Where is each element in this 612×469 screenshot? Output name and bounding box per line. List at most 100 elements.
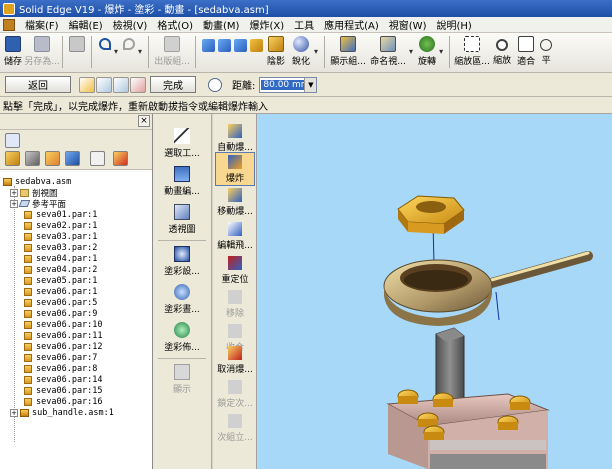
tree-item[interactable]: seva06.par:8 bbox=[0, 363, 152, 374]
unexplode-button[interactable]: 取消爆... bbox=[215, 344, 255, 378]
expand-toggle-icon[interactable]: + bbox=[10, 408, 18, 417]
zoom-area-button[interactable]: 縮放區... bbox=[454, 33, 490, 71]
render-scene-button[interactable]: 塗彩佈... bbox=[158, 320, 206, 354]
3d-viewport[interactable] bbox=[258, 114, 612, 469]
rotate-button[interactable]: 旋轉 bbox=[415, 33, 439, 71]
select-tool-button[interactable]: 選取工... bbox=[158, 126, 206, 160]
tree-item[interactable]: seva06.par:16 bbox=[0, 396, 152, 407]
back-button[interactable]: 返回 bbox=[5, 76, 71, 93]
tree-item[interactable]: seva06.par:5 bbox=[0, 297, 152, 308]
screw-part[interactable] bbox=[509, 395, 531, 410]
tree-item[interactable]: seva06.par:1 bbox=[0, 286, 152, 297]
tree-item[interactable]: seva06.par:15 bbox=[0, 385, 152, 396]
render-image-button[interactable]: 塗彩晝... bbox=[158, 282, 206, 316]
zoom-button[interactable]: 縮放 bbox=[490, 33, 514, 71]
document-menu-icon[interactable] bbox=[3, 18, 15, 31]
tree-root[interactable]: sedabva.asm bbox=[0, 176, 152, 187]
tree-item[interactable]: seva06.par:12 bbox=[0, 341, 152, 352]
tree-item[interactable]: seva06.par:9 bbox=[0, 308, 152, 319]
menu-help[interactable]: 說明(H) bbox=[431, 17, 476, 32]
print-button[interactable] bbox=[67, 33, 87, 71]
tree-item[interactable]: seva06.par:14 bbox=[0, 374, 152, 385]
menu-explode[interactable]: 爆炸(X) bbox=[244, 17, 289, 32]
screw-part[interactable] bbox=[423, 425, 445, 440]
stationary-part-icon[interactable] bbox=[96, 76, 112, 93]
help-tab-icon[interactable] bbox=[113, 151, 128, 166]
screw-part[interactable] bbox=[417, 412, 439, 427]
fit-button[interactable]: 適合 bbox=[514, 33, 538, 71]
tree-item[interactable]: seva03.par:1 bbox=[0, 231, 152, 242]
menu-view[interactable]: 檢視(V) bbox=[108, 17, 153, 32]
display-configuration-button[interactable]: 顯示組... bbox=[329, 33, 367, 71]
relations-tab-icon[interactable] bbox=[65, 151, 80, 166]
explode-button[interactable]: 爆炸 bbox=[215, 152, 255, 186]
tree-item[interactable]: seva06.par:10 bbox=[0, 319, 152, 330]
close-icon[interactable]: × bbox=[138, 115, 150, 127]
tree-item[interactable]: seva01.par:1 bbox=[0, 209, 152, 220]
expand-toggle-icon[interactable]: + bbox=[10, 199, 18, 208]
save-as-button[interactable]: 另存為... bbox=[24, 33, 60, 71]
named-views-button[interactable]: 命名視... bbox=[367, 33, 409, 71]
screw-part[interactable] bbox=[397, 389, 419, 404]
tree-item[interactable]: + 剖視圖 bbox=[0, 187, 152, 199]
move-explode-button[interactable]: 移動爆... bbox=[215, 186, 255, 220]
view-iso-button[interactable] bbox=[248, 33, 264, 71]
tree-item[interactable]: seva04.par:2 bbox=[0, 264, 152, 275]
menu-window[interactable]: 視窗(W) bbox=[384, 17, 432, 32]
menu-tools[interactable]: 工具 bbox=[289, 17, 319, 32]
library-tab-icon[interactable] bbox=[45, 151, 60, 166]
pan-button[interactable]: 平 bbox=[538, 33, 554, 71]
distance-field[interactable]: 80.00 mm ▼ bbox=[259, 76, 318, 93]
screw-part[interactable] bbox=[497, 415, 519, 430]
save-button[interactable]: 儲存 bbox=[0, 33, 26, 71]
layers-tab-icon[interactable] bbox=[25, 151, 40, 166]
tree-item[interactable]: + 參考平面 bbox=[0, 198, 152, 210]
menu-animation[interactable]: 動畫(M) bbox=[198, 17, 244, 32]
undo-dropdown-arrow[interactable]: ▾ bbox=[114, 47, 118, 56]
subassembly-button[interactable]: 次組立... bbox=[215, 412, 255, 446]
distance-picker-icon[interactable] bbox=[208, 77, 222, 92]
explode-direction-icon[interactable] bbox=[130, 76, 146, 93]
hex-nut-part[interactable] bbox=[397, 195, 465, 234]
render-settings-button[interactable]: 塗彩設... bbox=[158, 244, 206, 278]
lock-subassembly-button[interactable]: 鎖定次... bbox=[215, 378, 255, 412]
shading-button[interactable]: 陰影 bbox=[264, 33, 288, 71]
eye-bolt-part[interactable] bbox=[383, 251, 593, 326]
tree-item[interactable]: seva04.par:1 bbox=[0, 253, 152, 264]
tree-item[interactable]: seva06.par:11 bbox=[0, 330, 152, 341]
perspective-button[interactable]: 透視圖 bbox=[158, 202, 206, 236]
reposition-button[interactable]: 重定位 bbox=[215, 254, 255, 288]
redo-button[interactable] bbox=[120, 33, 138, 71]
sharpen-dropdown-arrow[interactable]: ▾ bbox=[314, 47, 318, 56]
pathfinder-tab-icon[interactable] bbox=[5, 133, 20, 148]
animation-editor-button[interactable]: 動畫編... bbox=[158, 164, 206, 198]
edit-flight-button[interactable]: 編輯飛... bbox=[215, 220, 255, 254]
select-part-icon[interactable] bbox=[79, 76, 95, 93]
menu-applications[interactable]: 應用程式(A) bbox=[319, 17, 384, 32]
named-views-dropdown-arrow[interactable]: ▾ bbox=[409, 47, 413, 56]
tree-item[interactable]: + sub_handle.asm:1 bbox=[0, 407, 152, 418]
auto-explode-button[interactable]: 自動爆... bbox=[215, 122, 255, 156]
menu-edit[interactable]: 編輯(E) bbox=[64, 17, 108, 32]
publish-assembly-button[interactable]: 出版組... bbox=[153, 33, 191, 71]
menu-format[interactable]: 格式(O) bbox=[152, 17, 198, 32]
redo-dropdown-arrow[interactable]: ▾ bbox=[138, 47, 142, 56]
direction-icon[interactable] bbox=[113, 76, 129, 93]
base-block-part[interactable] bbox=[386, 389, 550, 469]
sharpen-button[interactable]: 銳化 bbox=[288, 33, 314, 71]
sensors-tab-icon[interactable] bbox=[90, 151, 105, 166]
undo-button[interactable] bbox=[96, 33, 114, 71]
remove-button[interactable]: 移除 bbox=[215, 288, 255, 322]
screw-part[interactable] bbox=[432, 392, 454, 407]
view-front-button[interactable] bbox=[200, 33, 216, 71]
view-right-button[interactable] bbox=[232, 33, 248, 71]
done-button[interactable]: 完成 bbox=[150, 76, 196, 93]
tree-item[interactable]: seva03.par:2 bbox=[0, 242, 152, 253]
menu-file[interactable]: 檔案(F) bbox=[20, 17, 64, 32]
tree-item[interactable]: seva06.par:7 bbox=[0, 352, 152, 363]
expand-toggle-icon[interactable]: + bbox=[10, 188, 18, 197]
parts-tab-icon[interactable] bbox=[5, 151, 20, 166]
chevron-down-icon[interactable]: ▼ bbox=[304, 77, 317, 92]
display-button[interactable]: 顯示 bbox=[158, 362, 206, 396]
rotate-dropdown-arrow[interactable]: ▾ bbox=[439, 47, 443, 56]
